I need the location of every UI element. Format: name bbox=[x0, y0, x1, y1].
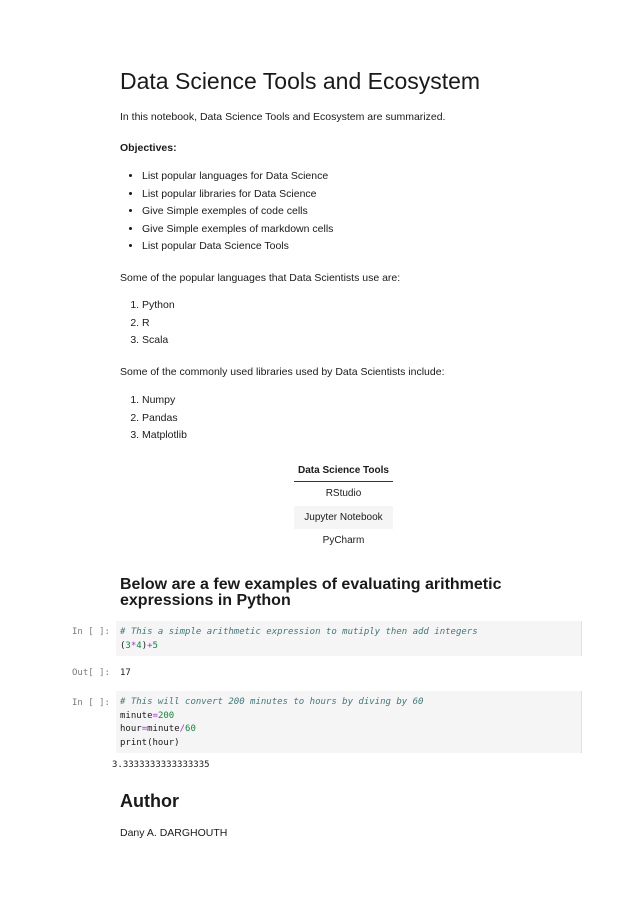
code-line: print(hour) bbox=[120, 737, 180, 748]
author-heading: Author bbox=[120, 791, 179, 811]
objectives-list: List popular languages for Data Science … bbox=[120, 168, 333, 256]
table-cell: PyCharm bbox=[322, 535, 365, 547]
input-prompt: In [ ]: bbox=[72, 627, 110, 637]
languages-list: Python R Scala bbox=[120, 297, 175, 350]
table-cell: Jupyter Notebook bbox=[294, 505, 393, 529]
list-item: List popular languages for Data Science bbox=[142, 168, 333, 186]
libraries-list: Numpy Pandas Matplotlib bbox=[120, 392, 187, 445]
intro-text: In this notebook, Data Science Tools and… bbox=[120, 111, 446, 123]
table-cell: RStudio bbox=[325, 488, 362, 500]
code-cell-1[interactable]: # This a simple arithmetic expression to… bbox=[116, 621, 582, 656]
code-comment: # This will convert 200 minutes to hours… bbox=[120, 697, 424, 707]
table-row: Jupyter Notebook bbox=[294, 505, 393, 529]
code-line: hour=minute/60 bbox=[120, 724, 196, 734]
output-value: 3.3333333333333335 bbox=[112, 760, 210, 770]
list-item: R bbox=[142, 315, 175, 333]
tools-table: Data Science Tools RStudio Jupyter Noteb… bbox=[294, 459, 393, 553]
tools-table-header: Data Science Tools bbox=[294, 459, 393, 482]
languages-intro: Some of the popular languages that Data … bbox=[120, 272, 401, 284]
list-item: Pandas bbox=[142, 410, 187, 428]
list-item: List popular Data Science Tools bbox=[142, 238, 333, 256]
code-line: (3*4)+5 bbox=[120, 640, 158, 651]
table-row: PyCharm bbox=[294, 529, 393, 553]
list-item: List popular libraries for Data Science bbox=[142, 186, 333, 204]
objectives-heading: Objectives: bbox=[120, 142, 177, 154]
list-item: Give Simple exemples of markdown cells bbox=[142, 221, 333, 239]
code-cell-2[interactable]: # This will convert 200 minutes to hours… bbox=[116, 691, 582, 753]
list-item: Scala bbox=[142, 332, 175, 350]
libraries-intro: Some of the commonly used libraries used… bbox=[120, 366, 445, 378]
author-name: Dany A. DARGHOUTH bbox=[120, 827, 228, 839]
input-prompt: In [ ]: bbox=[72, 698, 110, 708]
code-comment: # This a simple arithmetic expression to… bbox=[120, 627, 478, 637]
notebook-title: Data Science Tools and Ecosystem bbox=[120, 68, 481, 94]
arithmetic-heading: Below are a few examples of evaluating a… bbox=[120, 576, 502, 609]
table-row: RStudio bbox=[294, 482, 393, 506]
output-prompt: Out[ ]: bbox=[72, 668, 110, 678]
list-item: Python bbox=[142, 297, 175, 315]
list-item: Numpy bbox=[142, 392, 187, 410]
list-item: Matplotlib bbox=[142, 427, 187, 445]
list-item: Give Simple exemples of code cells bbox=[142, 203, 333, 221]
code-line: minute=200 bbox=[120, 710, 175, 721]
output-value: 17 bbox=[120, 668, 131, 678]
